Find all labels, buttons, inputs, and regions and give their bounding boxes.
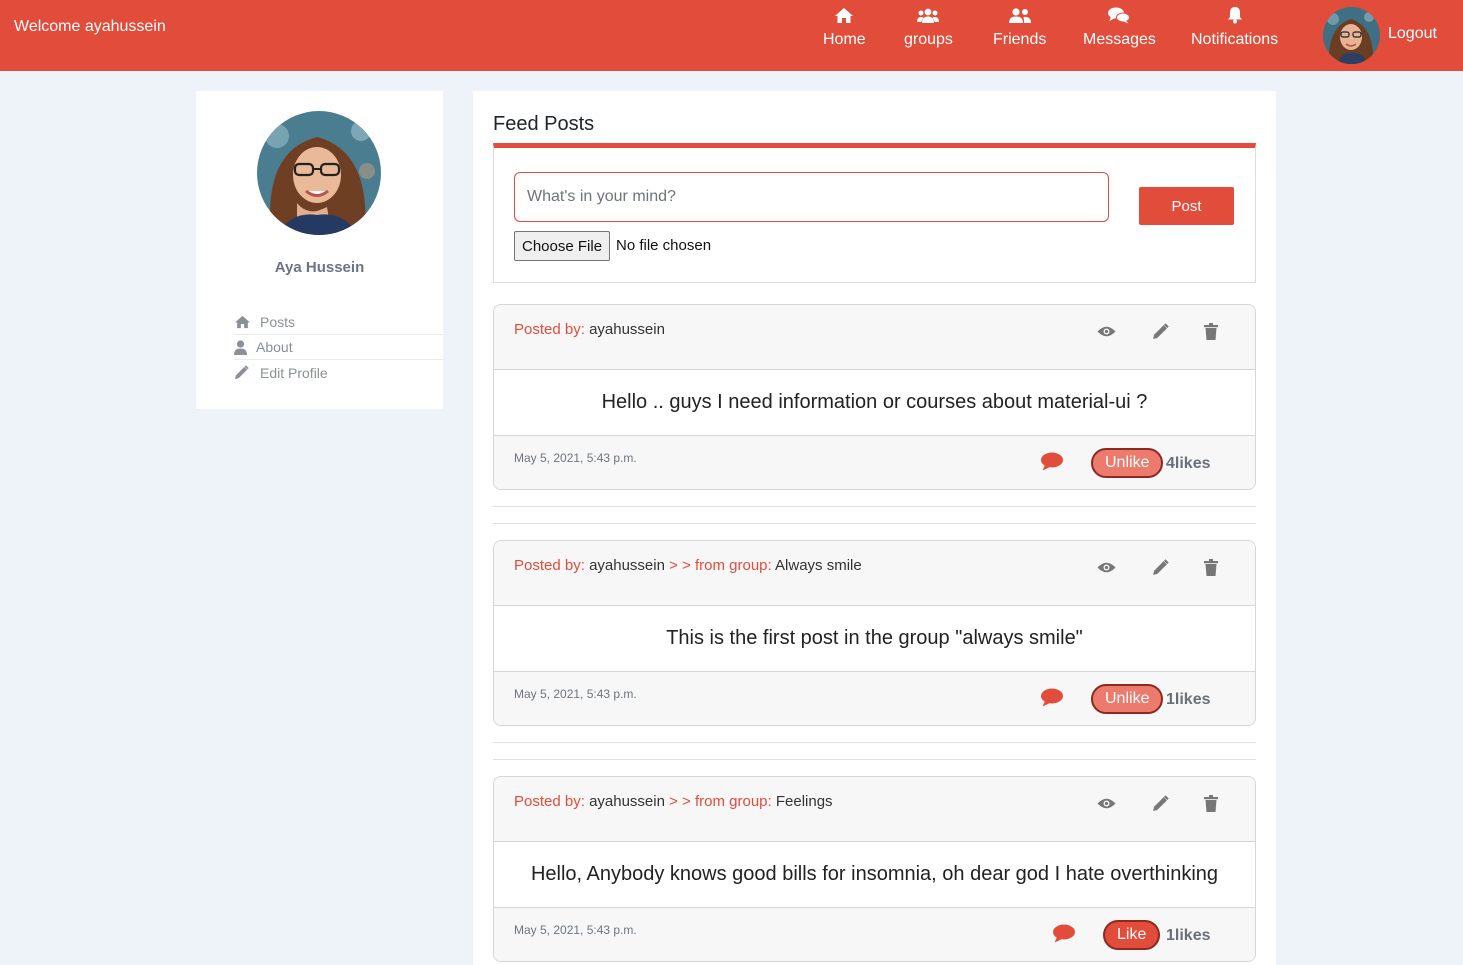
post-footer: May 5, 2021, 5:43 p.m. Unlike 1likes: [494, 671, 1255, 725]
user-avatar[interactable]: [1323, 7, 1380, 64]
logout-link[interactable]: Logout: [1388, 25, 1437, 43]
profile-sidebar: Aya Hussein Posts About Edit Profile: [196, 91, 443, 409]
post-meta: Posted by: ayahussein > > from group: Fe…: [514, 793, 833, 810]
eye-icon[interactable]: [1095, 793, 1117, 813]
likes-count: 4likes: [1166, 455, 1211, 472]
bell-icon: [1224, 6, 1246, 24]
likes-count: 1likes: [1166, 927, 1211, 944]
divider: [493, 759, 1256, 760]
comment-icon[interactable]: [1040, 452, 1064, 472]
profile-menu: Posts About Edit Profile: [234, 310, 443, 385]
post-header: Posted by: ayahussein: [494, 305, 1255, 370]
choose-file-button[interactable]: Choose File: [514, 231, 611, 261]
unlike-button[interactable]: Unlike: [1091, 684, 1164, 714]
post-date: May 5, 2021, 5:43 p.m.: [514, 451, 637, 465]
post-header: Posted by: ayahussein > > from group: Al…: [494, 541, 1255, 606]
post-input[interactable]: [514, 172, 1109, 222]
eye-icon[interactable]: [1095, 321, 1117, 341]
top-navbar: Welcome ayahussein Home groups Friends M…: [0, 0, 1463, 71]
sidebar-item-label: Posts: [260, 314, 296, 330]
posted-by-label: Posted by:: [514, 793, 585, 810]
post-meta: Posted by: ayahussein: [514, 321, 665, 338]
posted-by-label: Posted by:: [514, 321, 585, 338]
users-icon: [917, 6, 940, 24]
file-status: No file chosen: [616, 237, 712, 254]
post-author[interactable]: ayahussein: [589, 321, 665, 338]
post-content: Hello, Anybody knows good bills for inso…: [530, 863, 1219, 885]
sidebar-item-label: Edit Profile: [260, 364, 328, 381]
post-group[interactable]: Feelings: [776, 793, 833, 810]
post-author[interactable]: ayahussein: [589, 557, 665, 574]
comment-icon[interactable]: [1040, 688, 1064, 708]
nav-groups-label: groups: [904, 31, 953, 48]
post-content: This is the first post in the group "alw…: [666, 627, 1083, 649]
posted-by-label: Posted by:: [514, 557, 585, 574]
post-card: Posted by: ayahussein Hello .. guys I ne…: [493, 304, 1256, 490]
eye-icon[interactable]: [1095, 557, 1117, 577]
post-group[interactable]: Always smile: [775, 557, 862, 574]
nav-friends-label: Friends: [993, 31, 1047, 48]
trash-icon[interactable]: [1200, 557, 1222, 577]
nav-home[interactable]: Home: [823, 6, 866, 56]
home-icon: [234, 315, 260, 329]
nav-messages[interactable]: Messages: [1083, 6, 1156, 56]
nav-notifications[interactable]: Notifications: [1191, 6, 1278, 56]
feed-panel: Feed Posts Post Choose File No file chos…: [473, 91, 1276, 965]
post-card: Posted by: ayahussein > > from group: Fe…: [493, 776, 1256, 962]
pencil-icon[interactable]: [1149, 557, 1171, 577]
divider: [493, 506, 1256, 507]
sidebar-item-posts[interactable]: Posts: [234, 310, 443, 335]
nav-friends[interactable]: Friends: [993, 6, 1046, 56]
page-title: Feed Posts: [493, 113, 595, 135]
post-meta: Posted by: ayahussein > > from group: Al…: [514, 557, 862, 574]
comments-icon: [1108, 6, 1131, 24]
comment-icon[interactable]: [1052, 924, 1076, 944]
home-icon: [833, 6, 855, 24]
divider: [493, 523, 1256, 524]
sidebar-item-label: About: [256, 339, 293, 355]
nav-home-label: Home: [823, 31, 866, 48]
likes-count: 1likes: [1166, 691, 1211, 708]
pencil-icon[interactable]: [1149, 321, 1171, 341]
profile-name: Aya Hussein: [274, 259, 365, 276]
trash-icon[interactable]: [1200, 321, 1222, 341]
post-card: Posted by: ayahussein > > from group: Al…: [493, 540, 1256, 726]
nav-notifications-label: Notifications: [1191, 31, 1279, 48]
post-date: May 5, 2021, 5:43 p.m.: [514, 687, 637, 701]
post-header: Posted by: ayahussein > > from group: Fe…: [494, 777, 1255, 842]
from-group-label: > > from group:: [669, 793, 772, 810]
like-button[interactable]: Like: [1103, 920, 1161, 950]
trash-icon[interactable]: [1200, 793, 1222, 813]
nav-messages-label: Messages: [1083, 31, 1156, 48]
user-icon: [234, 339, 256, 355]
post-author[interactable]: ayahussein: [589, 793, 665, 810]
post-footer: May 5, 2021, 5:43 p.m. Like 1likes: [494, 907, 1255, 961]
unlike-button[interactable]: Unlike: [1091, 448, 1164, 478]
post-footer: May 5, 2021, 5:43 p.m. Unlike 4likes: [494, 435, 1255, 489]
nav-groups[interactable]: groups: [904, 6, 953, 56]
pencil-icon[interactable]: [1149, 793, 1171, 813]
welcome-text: Welcome ayahussein: [14, 18, 166, 35]
profile-picture: [257, 111, 381, 235]
divider: [493, 742, 1256, 743]
post-content: Hello .. guys I need information or cour…: [601, 391, 1148, 413]
from-group-label: > > from group:: [669, 557, 772, 574]
sidebar-item-edit-profile[interactable]: Edit Profile: [234, 360, 443, 385]
sidebar-item-about[interactable]: About: [234, 335, 443, 360]
user-friends-icon: [1008, 6, 1031, 24]
post-button[interactable]: Post: [1139, 187, 1234, 225]
pencil-icon: [234, 365, 260, 380]
post-date: May 5, 2021, 5:43 p.m.: [514, 923, 637, 937]
post-composer: Post Choose File No file chosen: [493, 143, 1256, 283]
